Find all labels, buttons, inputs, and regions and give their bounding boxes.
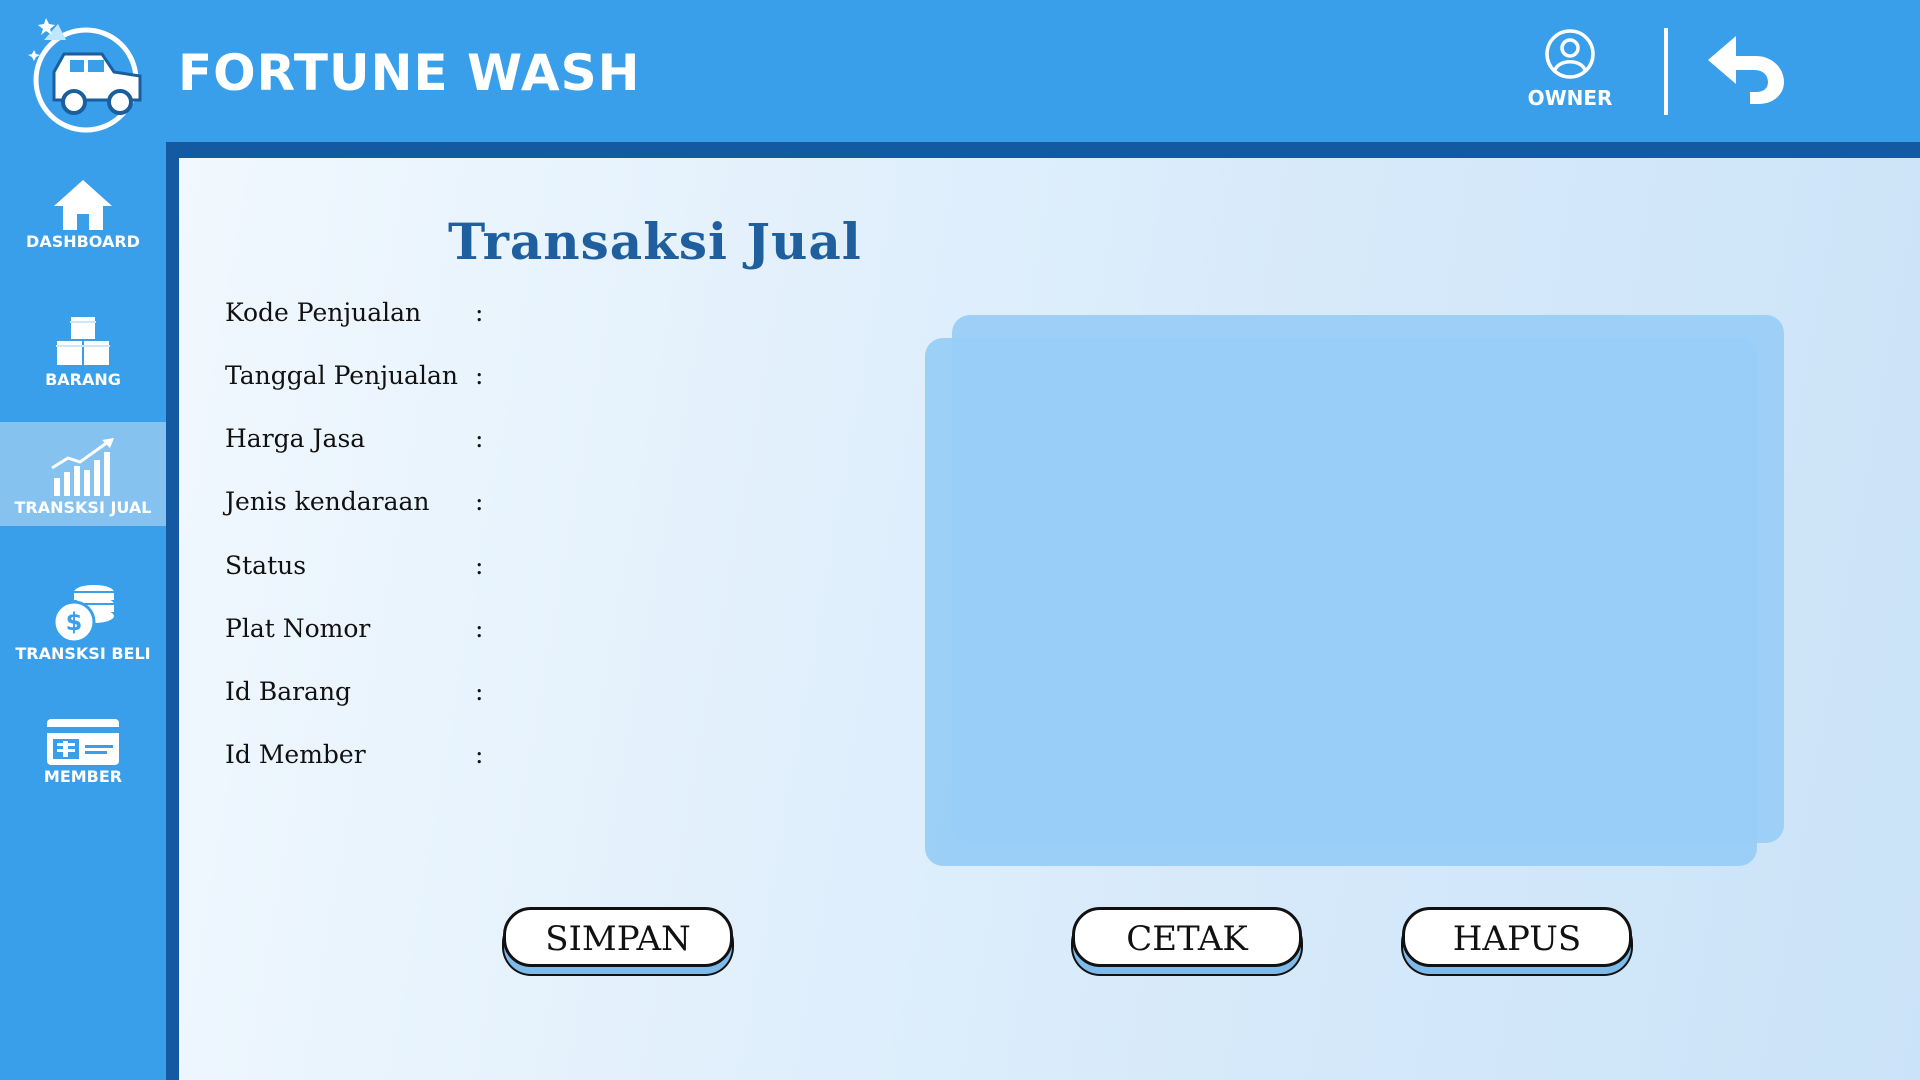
sidebar-item-barang[interactable]: BARANG (0, 314, 166, 418)
form-label: Status (225, 551, 307, 580)
owner-profile-button[interactable]: OWNER (1505, 28, 1635, 118)
form-row-tanggal-penjualan: Tanggal Penjualan : (225, 361, 525, 401)
form-row-jenis-kendaraan: Jenis kendaraan : (225, 487, 525, 527)
data-preview-panel (925, 338, 1757, 866)
owner-label: OWNER (1527, 86, 1613, 110)
sidebar-item-member[interactable]: MEMBER (0, 717, 166, 821)
form-label: Tanggal Penjualan (225, 361, 458, 390)
sidebar: DASHBOARD BARANG TRANSKSI JUAL $ TRANSKS… (0, 142, 166, 1080)
svg-text:$: $ (66, 608, 83, 636)
sidebar-item-label: TRANSKSI BELI (15, 644, 151, 663)
form-colon: : (475, 487, 484, 516)
form-row-plat-nomor: Plat Nomor : (225, 614, 525, 654)
form-colon: : (475, 614, 484, 643)
form-label: Plat Nomor (225, 614, 371, 643)
form-label: Id Member (225, 740, 366, 769)
hapus-button[interactable]: HAPUS (1402, 907, 1632, 967)
sidebar-item-transaksi-jual[interactable]: TRANSKSI JUAL (0, 422, 166, 526)
header-divider (1664, 28, 1668, 115)
page-title: Transaksi Jual (448, 212, 862, 271)
sidebar-item-transaksi-beli[interactable]: $ TRANSKSI BELI (0, 582, 166, 686)
sidebar-item-dashboard[interactable]: DASHBOARD (0, 178, 166, 282)
form-row-kode-penjualan: Kode Penjualan : (225, 298, 525, 338)
sidebar-item-label: BARANG (45, 370, 121, 389)
form-label: Harga Jasa (225, 424, 366, 453)
coins-dollar-icon: $ (52, 585, 114, 644)
sidebar-item-label: DASHBOARD (26, 232, 140, 251)
form-row-harga-jasa: Harga Jasa : (225, 424, 525, 464)
app-header: FORTUNE WASH OWNER (0, 0, 1920, 142)
form-colon: : (475, 298, 484, 327)
form-colon: : (475, 740, 484, 769)
simpan-button[interactable]: SIMPAN (503, 907, 733, 967)
chart-growth-icon (51, 438, 114, 496)
boxes-icon (55, 315, 111, 367)
form-label: Id Barang (225, 677, 352, 706)
form-colon: : (475, 424, 484, 453)
form-colon: : (475, 551, 484, 580)
form-row-status: Status : (225, 551, 525, 591)
form-colon: : (475, 361, 484, 390)
back-arrow-icon[interactable] (1706, 32, 1788, 106)
form-colon: : (475, 677, 484, 706)
sidebar-item-label: TRANSKSI JUAL (14, 498, 152, 517)
form-label: Jenis kendaraan (225, 487, 430, 516)
home-icon (54, 180, 112, 230)
user-circle-icon (1545, 29, 1595, 79)
sidebar-item-label: MEMBER (43, 767, 123, 786)
cetak-button[interactable]: CETAK (1072, 907, 1302, 967)
form-row-id-barang: Id Barang : (225, 677, 525, 717)
member-card-icon (47, 719, 119, 765)
app-title: FORTUNE WASH (178, 44, 641, 102)
form-label: Kode Penjualan (225, 298, 422, 327)
car-wash-logo (28, 18, 142, 133)
form-row-id-member: Id Member : (225, 740, 525, 780)
